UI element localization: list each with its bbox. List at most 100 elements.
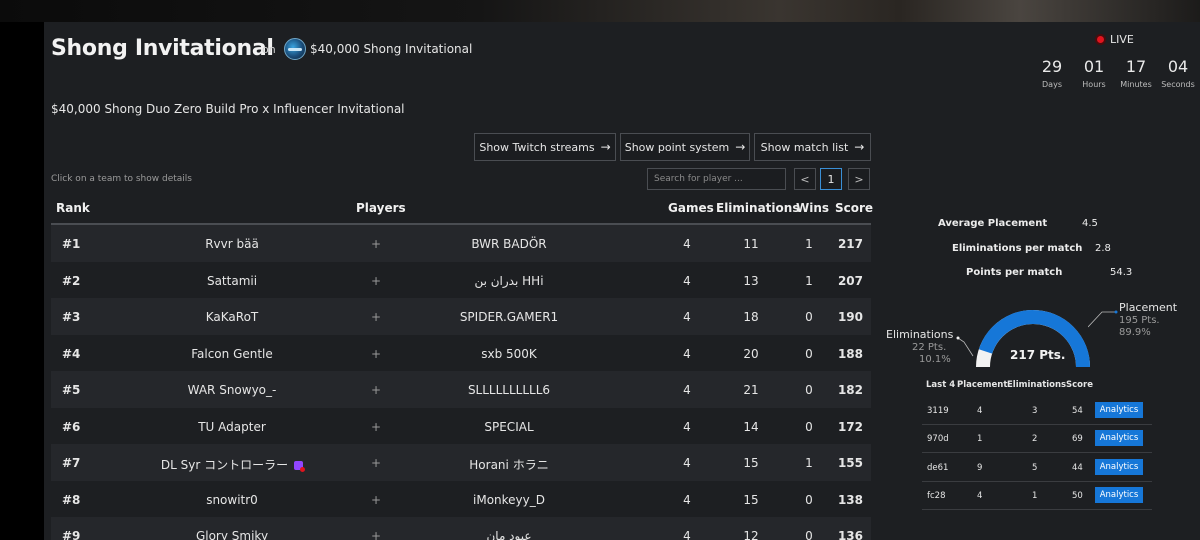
player-2: بدران بن HHi <box>474 273 544 288</box>
last4-row: 970d 1 2 69 Analytics <box>922 425 1152 453</box>
arrow-right-icon: → <box>735 140 746 154</box>
show-point-system-button[interactable]: Show point system → <box>620 133 750 161</box>
next-page-button[interactable]: > <box>848 168 870 190</box>
header-games: Games <box>668 201 714 215</box>
player-2: عبود مان <box>486 529 532 540</box>
countdown-value: 29 <box>1041 57 1063 76</box>
live-indicator: LIVE <box>1095 33 1134 46</box>
plus-icon: + <box>371 529 382 540</box>
points-per-match-value: 54.3 <box>1110 267 1133 278</box>
page-1-button[interactable]: 1 <box>820 168 842 190</box>
show-match-list-button[interactable]: Show match list → <box>754 133 871 161</box>
team-row[interactable]: #9 Glory Smiky + عبود مان 4 12 0 136 <box>51 517 871 540</box>
eliminations: 20 <box>743 346 759 361</box>
rank: #6 <box>62 419 81 434</box>
countdown-unit: Seconds <box>1161 80 1195 89</box>
eliminations-label: Eliminations <box>886 328 954 341</box>
analytics-button[interactable]: Analytics <box>1095 487 1143 503</box>
player-search-input[interactable] <box>647 168 786 190</box>
tournament-logo-icon[interactable] <box>284 38 306 60</box>
show-twitch-streams-button[interactable]: Show Twitch streams → <box>474 133 616 161</box>
avg-placement-value: 4.5 <box>1082 218 1098 229</box>
last4-header-placement: Placement <box>957 380 1008 390</box>
team-row[interactable]: #2 Sattamii + بدران بن HHi 4 13 1 207 <box>51 261 871 298</box>
eliminations-points: 22 Pts. <box>912 342 947 353</box>
rank: #3 <box>62 310 81 324</box>
match-eliminations: 2 <box>1032 434 1038 444</box>
games: 4 <box>683 529 691 540</box>
analytics-button[interactable]: Analytics <box>1095 402 1143 418</box>
prev-page-button[interactable]: < <box>794 168 816 190</box>
plus-icon: + <box>371 310 382 324</box>
match-id: fc28 <box>927 491 946 501</box>
player-1-with-twitch: DL Syr コントローラー <box>157 456 307 473</box>
games: 4 <box>683 346 691 361</box>
player-2: SPIDER.GAMER1 <box>459 310 559 324</box>
player-2: iMonkeyy_D <box>473 492 545 507</box>
match-placement: 1 <box>977 434 983 444</box>
analytics-button[interactable]: Analytics <box>1095 459 1143 475</box>
last4-header-eliminations: Eliminations <box>1007 380 1067 390</box>
wins: 1 <box>805 273 813 288</box>
match-eliminations: 3 <box>1032 406 1038 416</box>
plus-icon: + <box>371 456 382 470</box>
match-id: 3119 <box>927 406 949 416</box>
countdown-value: 17 <box>1125 57 1147 76</box>
left-edge <box>0 22 44 540</box>
plus-icon: + <box>371 383 382 397</box>
button-label: Show Twitch streams <box>479 140 595 154</box>
header-eliminations: Eliminations <box>716 201 800 215</box>
team-details-hint: Click on a team to show details <box>51 174 192 184</box>
games: 4 <box>683 237 691 251</box>
player-1: DL Syr コントローラー <box>160 458 289 472</box>
team-row[interactable]: #4 Falcon Gentle + sxb 500K 4 20 0 188 <box>51 334 871 371</box>
button-label: Show match list <box>760 140 849 154</box>
player-2: sxb 500K <box>481 346 537 361</box>
elims-per-match-label: Eliminations per match <box>952 243 1083 254</box>
team-row[interactable]: #6 TU Adapter + SPECIAL 4 14 0 172 <box>51 407 871 444</box>
rank: #4 <box>62 346 81 361</box>
wins: 0 <box>805 310 813 324</box>
score: 217 <box>837 237 863 251</box>
header-score: Score <box>835 201 874 215</box>
team-row[interactable]: #1 Rvvr bää + BWR BADÖR 4 11 1 217 <box>51 225 871 262</box>
player-1: Falcon Gentle <box>191 346 273 361</box>
player-1: Glory Smiky <box>195 529 269 540</box>
eliminations: 21 <box>743 383 759 397</box>
team-row[interactable]: #5 WAR Snowyo_- + SLLLLLLLLLL6 4 21 0 18… <box>51 371 871 408</box>
countdown-unit: Days <box>1042 80 1062 89</box>
arrow-right-icon: → <box>854 140 865 154</box>
live-label: LIVE <box>1110 33 1134 46</box>
tournament-link[interactable]: $40,000 Shong Invitational <box>310 42 472 56</box>
countdown-seconds: 04 Seconds <box>1159 57 1197 89</box>
twitch-live-icon[interactable] <box>294 461 306 472</box>
plus-icon: + <box>371 346 382 361</box>
countdown-hours: 01 Hours <box>1081 57 1107 89</box>
team-row[interactable]: #7 DL Syr コントローラー + Horani ホラニ 4 15 1 15… <box>51 444 871 481</box>
live-dot-icon <box>1095 34 1106 45</box>
countdown-value: 04 <box>1167 57 1189 76</box>
plus-icon: + <box>371 237 382 251</box>
team-row[interactable]: #3 KaKaRoT + SPIDER.GAMER1 4 18 0 190 <box>51 298 871 335</box>
countdown-unit: Hours <box>1082 80 1106 89</box>
score: 136 <box>837 529 863 540</box>
eliminations: 15 <box>743 492 759 507</box>
team-row[interactable]: #8 snowitr0 + iMonkeyy_D 4 15 0 138 <box>51 480 871 517</box>
countdown-minutes: 17 Minutes <box>1118 57 1154 89</box>
games: 4 <box>683 273 691 288</box>
plus-icon: + <box>371 492 382 507</box>
player-1: snowitr0 <box>206 492 258 507</box>
match-placement: 4 <box>977 406 983 416</box>
match-eliminations: 1 <box>1032 491 1038 501</box>
games: 4 <box>683 492 691 507</box>
score: 207 <box>837 273 863 288</box>
player-1: WAR Snowyo_- <box>187 383 277 397</box>
placement-leader-line <box>1088 310 1118 328</box>
points-per-match-label: Points per match <box>966 267 1063 278</box>
eliminations: 14 <box>743 419 759 434</box>
analytics-button[interactable]: Analytics <box>1095 430 1143 446</box>
score: 182 <box>837 383 863 397</box>
eliminations: 15 <box>743 456 759 470</box>
countdown-unit: Minutes <box>1120 80 1152 89</box>
eliminations-leader-line <box>956 336 974 357</box>
